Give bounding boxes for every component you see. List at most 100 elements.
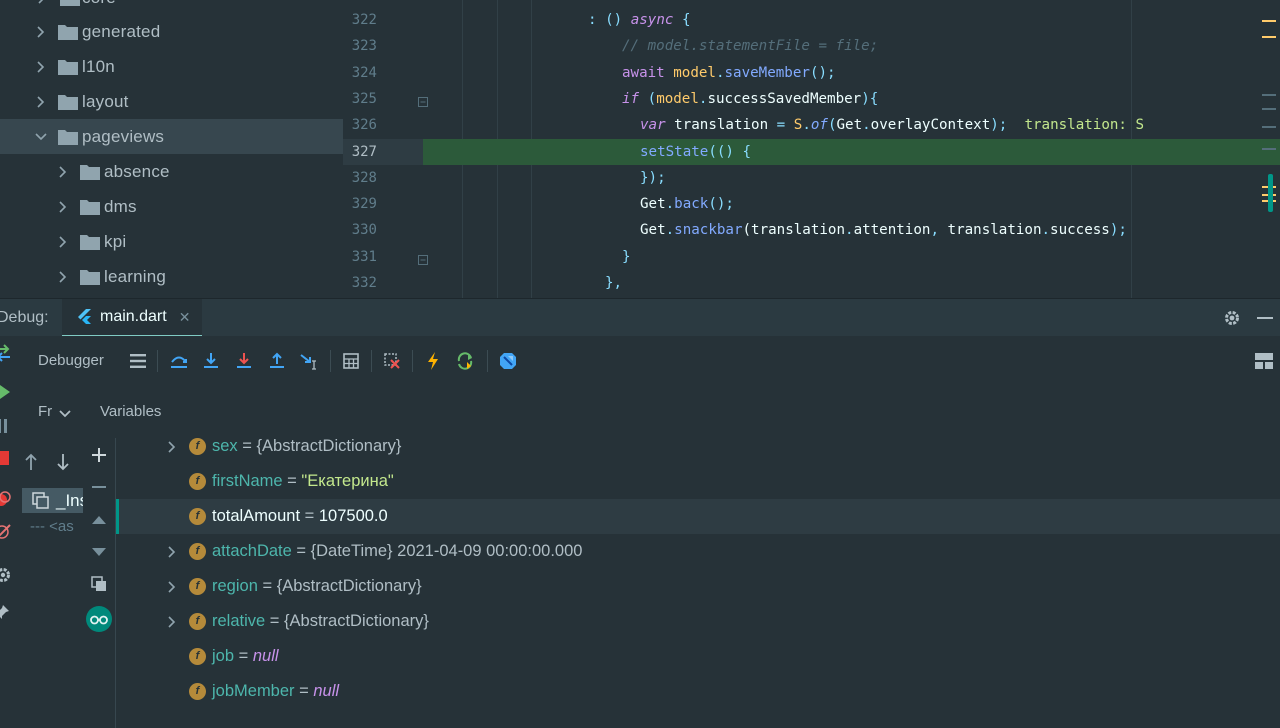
variable-row-attachdate[interactable]: f attachDate = {DateTime} 2021-04-09 00:0… [116, 534, 1280, 569]
code-line[interactable]: 329 Get.back(); [343, 191, 1280, 217]
evaluate-expression-icon[interactable] [340, 350, 362, 372]
dart-devtools-icon[interactable] [497, 350, 519, 372]
frames-label[interactable]: Fr [38, 386, 52, 438]
frame-item-selected[interactable]: _Ins [22, 488, 88, 513]
editor-error-stripe[interactable] [1260, 0, 1280, 298]
frame-item-async[interactable]: --- <as [30, 516, 74, 538]
step-over-icon[interactable] [168, 350, 190, 372]
tree-item-learning[interactable]: learning [0, 259, 343, 294]
step-into-icon[interactable] [200, 350, 222, 372]
tree-item-dms[interactable]: dms [0, 189, 343, 224]
line-number[interactable]: 326 [343, 112, 377, 138]
run-to-cursor-icon[interactable] [299, 350, 321, 372]
chevron-right-icon[interactable] [33, 84, 49, 119]
tree-item-core[interactable]: core [0, 0, 343, 15]
tree-item-pageviews[interactable]: pageviews [0, 119, 343, 154]
mute-breakpoints-icon[interactable] [381, 350, 403, 372]
variable-row-region[interactable]: f region = {AbstractDictionary} [116, 569, 1280, 604]
hot-reload-icon[interactable] [422, 350, 444, 372]
force-step-into-icon[interactable] [233, 350, 255, 372]
layout-icon[interactable] [1253, 350, 1275, 372]
chevron-right-icon[interactable] [55, 259, 71, 294]
step-out-icon[interactable] [266, 350, 288, 372]
variable-value: null [313, 682, 340, 700]
chevron-right-icon[interactable] [164, 569, 178, 604]
arrow-up-icon[interactable] [24, 453, 38, 476]
line-number[interactable]: 322 [343, 7, 377, 33]
view-breakpoints-icon[interactable] [0, 490, 12, 513]
debug-tool-window-header: Debug: main.dart ✕ [0, 298, 1280, 338]
rerun-icon[interactable] [0, 344, 12, 367]
chevron-right-icon[interactable] [33, 0, 49, 15]
variable-row-relative[interactable]: f relative = {AbstractDictionary} [116, 604, 1280, 639]
code-line[interactable]: 327 setState(() { [343, 138, 1280, 165]
line-number[interactable]: 330 [343, 217, 377, 243]
variable-row-firstname[interactable]: f firstName = "Екатерина" [116, 464, 1280, 499]
line-number[interactable]: 327 [343, 139, 377, 165]
code-line[interactable]: 322: () async { [343, 7, 1280, 33]
minimize-icon[interactable] [1255, 308, 1275, 328]
line-number[interactable]: 332 [343, 270, 377, 296]
code-token: Get [836, 117, 863, 134]
tree-item-l10n[interactable]: l10n [0, 49, 343, 84]
variable-row-job[interactable]: f job = null [116, 639, 1280, 674]
line-number[interactable]: 325 [343, 86, 377, 112]
line-number[interactable]: 324 [343, 60, 377, 86]
gear-icon[interactable] [1222, 308, 1242, 328]
close-icon[interactable]: ✕ [179, 309, 191, 326]
variable-row-sex[interactable]: f sex = {AbstractDictionary} [116, 438, 1280, 464]
tree-item-generated[interactable]: generated [0, 14, 343, 49]
add-watch-icon[interactable] [88, 444, 110, 466]
chevron-right-icon[interactable] [164, 534, 178, 569]
variable-row-jobmember[interactable]: f jobMember = null [116, 674, 1280, 709]
variable-name: job [212, 647, 235, 665]
chevron-right-icon[interactable] [33, 14, 49, 49]
chevron-right-icon[interactable] [164, 604, 178, 639]
tree-item-kpi[interactable]: kpi [0, 224, 343, 259]
line-number[interactable]: 323 [343, 33, 377, 59]
chevron-right-icon[interactable] [55, 224, 71, 259]
chevron-down-icon[interactable] [59, 405, 71, 423]
folder-icon [60, 0, 80, 6]
tree-item-absence[interactable]: absence [0, 154, 343, 189]
inline-watches-icon[interactable] [85, 605, 113, 633]
code-line[interactable]: 326 var translation = S.of(Get.overlayCon… [343, 112, 1280, 138]
line-number[interactable]: 329 [343, 191, 377, 217]
pin-icon[interactable] [0, 604, 10, 625]
code-line[interactable]: 330 Get.snackbar(translation.attention, t… [343, 217, 1280, 243]
hot-restart-icon[interactable] [455, 350, 477, 372]
tree-item-layout[interactable]: layout [0, 84, 343, 119]
code-line[interactable]: 325 if (model.successSavedMember){ [343, 86, 1280, 112]
arrow-down-icon[interactable] [56, 453, 70, 476]
stop-icon[interactable] [0, 450, 10, 471]
chevron-right-icon[interactable] [33, 49, 49, 84]
code-line[interactable]: 331} [343, 244, 1280, 270]
variable-row-totalamount[interactable]: f totalAmount = 107500.0 [116, 499, 1280, 534]
move-down-icon[interactable] [88, 541, 110, 563]
line-number[interactable]: 331 [343, 244, 377, 270]
variable-name: sex [212, 438, 238, 455]
code-editor[interactable]: 322: () async {323// model.statementFile… [343, 0, 1280, 298]
code-token: }, [605, 275, 623, 291]
chevron-down-icon[interactable] [33, 119, 49, 154]
copy-icon[interactable] [88, 573, 110, 595]
debugger-tab[interactable]: Debugger [38, 336, 104, 386]
pause-icon[interactable] [0, 418, 8, 439]
chevron-right-icon[interactable] [164, 438, 178, 464]
remove-watch-icon[interactable] [88, 476, 110, 498]
fold-end-icon[interactable] [418, 252, 428, 265]
tab-main-dart[interactable]: main.dart ✕ [62, 299, 203, 338]
code-line[interactable]: 324 await model.saveMember(); [343, 60, 1280, 86]
chevron-right-icon[interactable] [55, 154, 71, 189]
resume-icon[interactable] [0, 384, 12, 405]
code-line[interactable]: 328}); [343, 165, 1280, 191]
code-line[interactable]: 332}, [343, 270, 1280, 296]
code-line[interactable]: 323 // model.statementFile = file; [343, 33, 1280, 59]
fold-start-icon[interactable] [418, 94, 428, 107]
move-up-icon[interactable] [88, 509, 110, 531]
line-number[interactable]: 328 [343, 165, 377, 191]
settings-icon[interactable] [0, 566, 12, 589]
chevron-right-icon[interactable] [55, 189, 71, 224]
show-execution-point-icon[interactable] [127, 350, 149, 372]
mute-breakpoints-icon[interactable] [0, 522, 12, 545]
